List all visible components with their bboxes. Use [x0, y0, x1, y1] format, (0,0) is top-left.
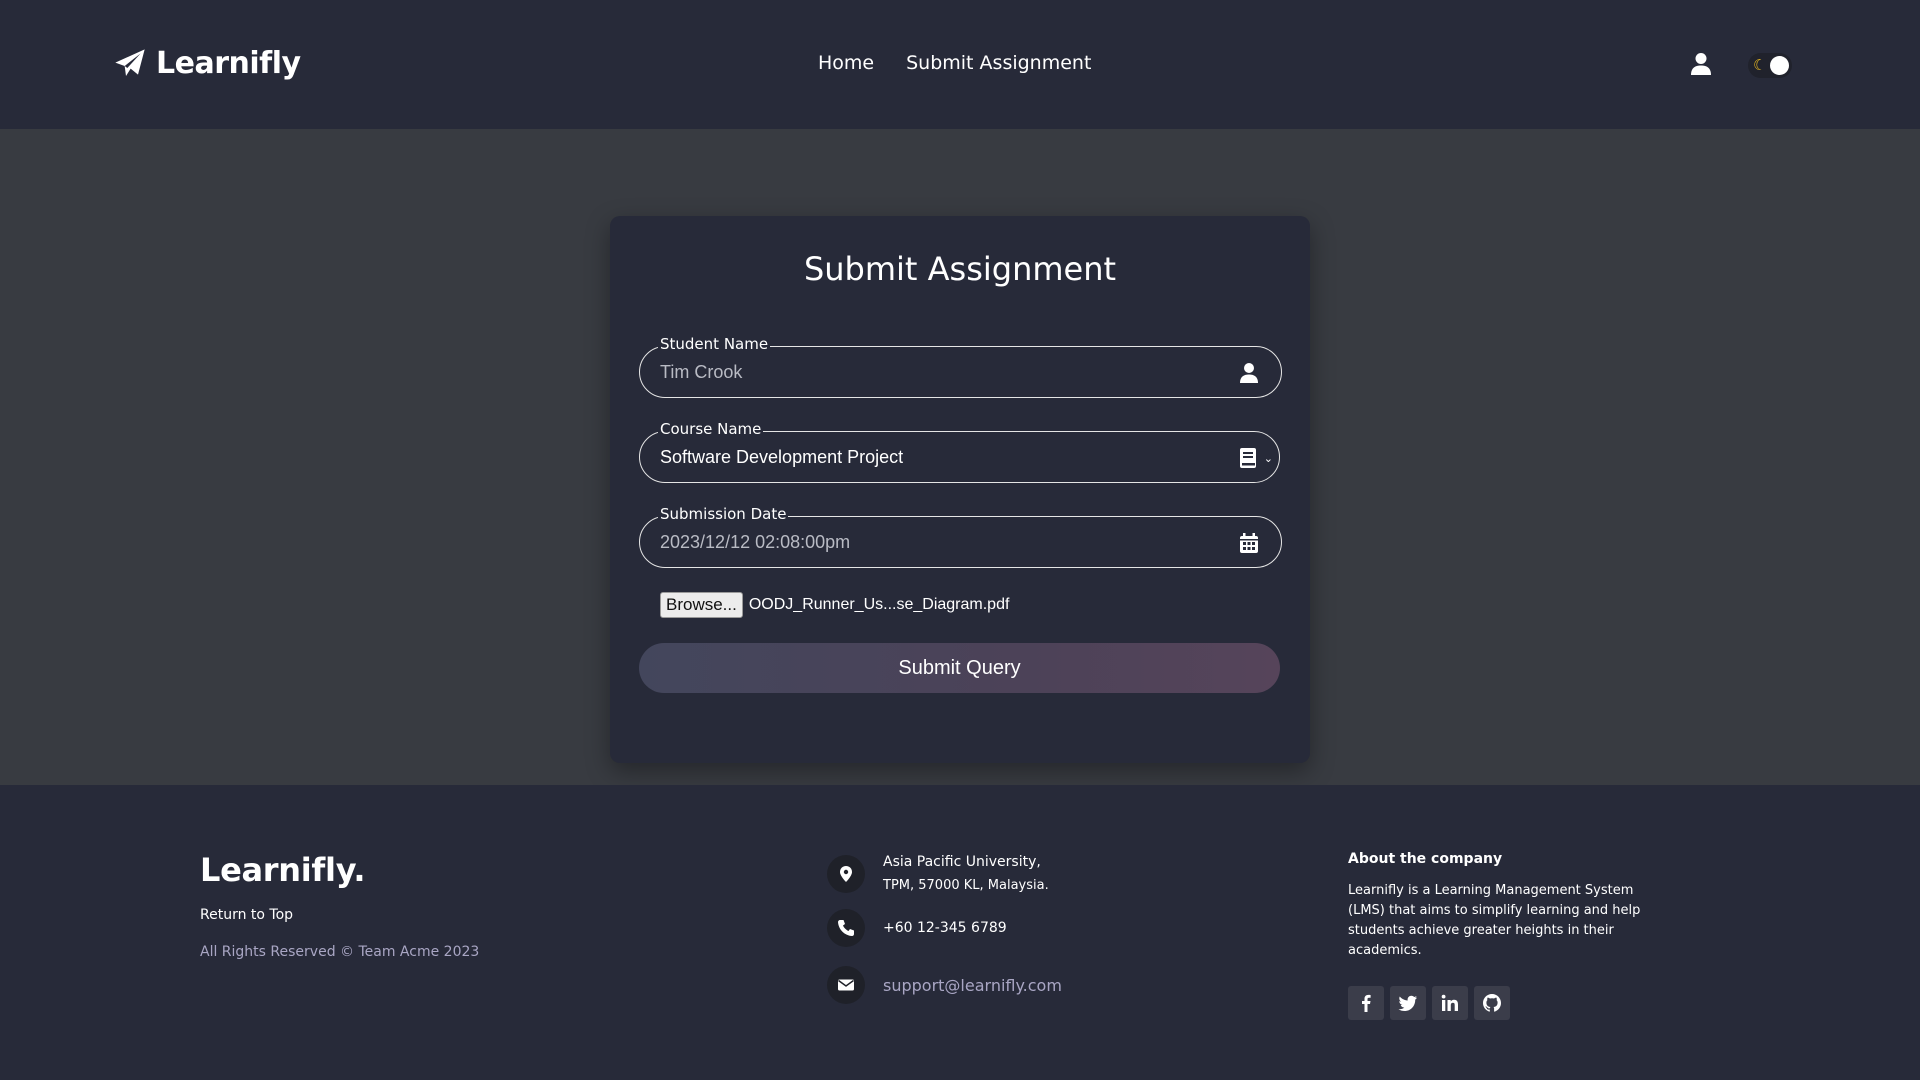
logo-text: Learnifly [156, 46, 301, 81]
file-upload: Browse... OODJ_Runner_Us...se_Diagram.pd… [660, 592, 1009, 618]
form-title: Submit Assignment [803, 250, 1117, 288]
phone-icon [827, 909, 865, 947]
contact-address: Asia Pacific University, TPM, 57000 KL, … [827, 851, 1049, 897]
book-icon [1240, 448, 1256, 468]
submit-assignment-card: Submit Assignment Student Name Tim Crook… [610, 216, 1310, 763]
linkedin-icon[interactable] [1432, 986, 1468, 1020]
copyright-text: All Rights Reserved © Team Acme 2023 [200, 944, 480, 960]
site-header: Learnifly Home Submit Assignment ☾ [0, 0, 1920, 129]
return-to-top-link[interactable]: Return to Top [200, 907, 293, 923]
student-name-field[interactable]: Student Name Tim Crook [639, 335, 1282, 398]
site-footer: Learnifly. Return to Top All Rights Rese… [0, 785, 1920, 1080]
nav-home[interactable]: Home [818, 52, 874, 74]
course-name-select[interactable]: Course Name Software Development Project… [639, 420, 1280, 483]
submission-date-label: Submission Date [658, 505, 789, 523]
submit-button[interactable]: Submit Query [639, 643, 1280, 693]
selected-file-name: OODJ_Runner_Us...se_Diagram.pdf [748, 596, 1010, 613]
footer-brand: Learnifly. [200, 851, 366, 889]
address-line-2: TPM, 57000 KL, Malaysia. [883, 878, 1049, 893]
user-icon[interactable] [1690, 52, 1712, 76]
moon-icon: ☾ [1753, 56, 1767, 74]
paper-plane-icon [115, 48, 145, 76]
github-icon[interactable] [1474, 986, 1510, 1020]
location-pin-icon [827, 855, 865, 893]
main-nav: Home Submit Assignment [818, 52, 1091, 74]
course-name-value[interactable]: Software Development Project [660, 447, 903, 468]
logo[interactable]: Learnifly [114, 46, 301, 81]
submission-date-input[interactable]: 2023/12/12 02:08:00pm [660, 532, 850, 553]
user-icon [1240, 363, 1258, 383]
chevron-down-icon: ⌄ [1263, 452, 1273, 465]
theme-toggle[interactable]: ☾ [1748, 53, 1792, 78]
toggle-knob [1770, 56, 1789, 75]
facebook-icon[interactable] [1348, 986, 1384, 1020]
twitter-icon[interactable] [1390, 986, 1426, 1020]
calendar-icon [1240, 533, 1258, 553]
submission-date-field[interactable]: Submission Date 2023/12/12 02:08:00pm [639, 505, 1282, 568]
browse-button[interactable]: Browse... [660, 592, 743, 618]
contact-email: support@learnifly.com [827, 966, 1062, 1004]
nav-submit-assignment[interactable]: Submit Assignment [906, 52, 1091, 74]
address-text: Asia Pacific University, TPM, 57000 KL, … [883, 851, 1049, 897]
contact-phone: +60 12-345 6789 [827, 909, 1007, 947]
about-text: Learnifly is a Learning Management Syste… [1348, 883, 1641, 958]
phone-text: +60 12-345 6789 [883, 919, 1007, 936]
about-title: About the company [1348, 851, 1503, 867]
envelope-icon [827, 966, 865, 1004]
email-link[interactable]: support@learnifly.com [883, 974, 1062, 997]
course-name-label: Course Name [658, 420, 764, 438]
address-line-1: Asia Pacific University, [883, 854, 1041, 870]
student-name-input[interactable]: Tim Crook [660, 362, 742, 383]
social-links [1348, 986, 1510, 1020]
student-name-label: Student Name [658, 335, 771, 353]
